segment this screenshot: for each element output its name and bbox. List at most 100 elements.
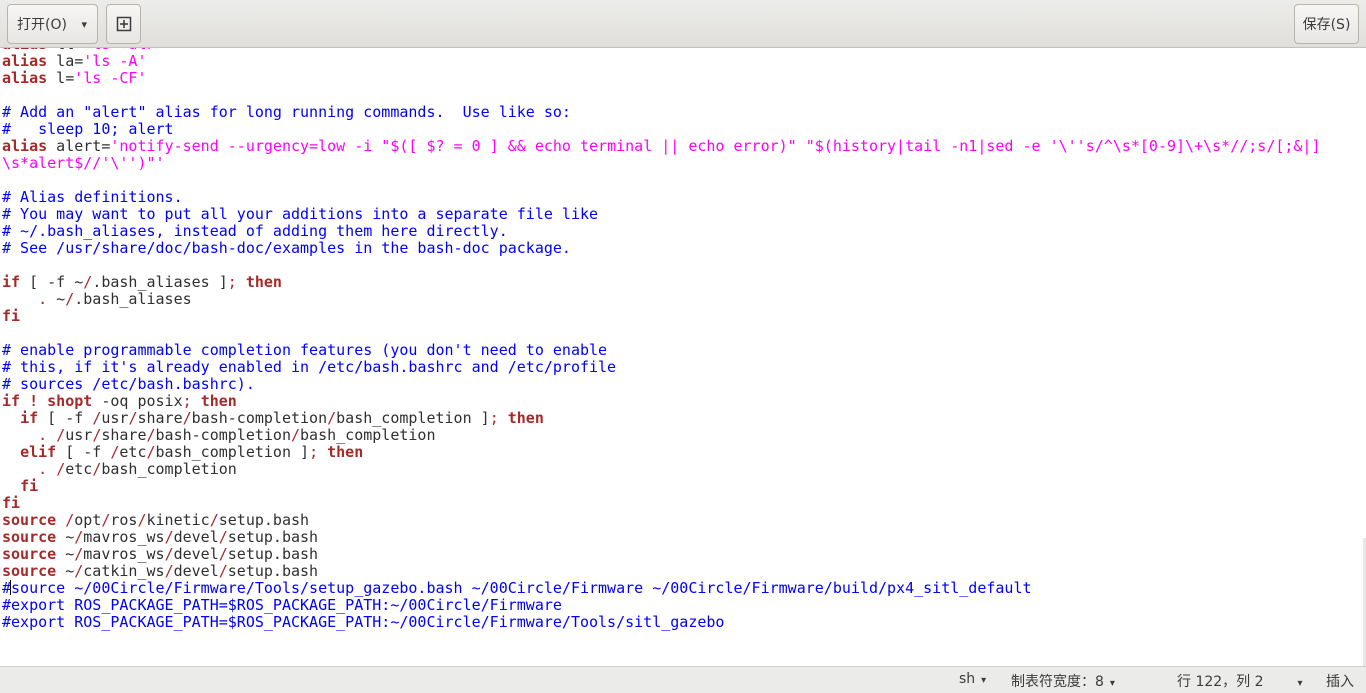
- code-token: alert=: [47, 137, 111, 155]
- code-line: source ~/mavros_ws/devel/setup.bash: [2, 529, 1321, 546]
- code-token: /: [218, 528, 228, 546]
- code-token: usr: [101, 409, 129, 427]
- code-token: # Add an "alert" alias for long running …: [2, 103, 571, 121]
- code-token: /: [218, 545, 228, 563]
- code-token: # Alias definitions.: [2, 188, 183, 206]
- code-line: elif [ -f /etc/bash_completion ]; then: [2, 444, 1321, 461]
- code-token: ~: [56, 562, 75, 580]
- code-token: \s*alert$//'\'')"': [2, 154, 165, 172]
- code-token: 'ls -CF': [74, 69, 147, 87]
- code-line: if [ -f /usr/share/bash-completion/bash_…: [2, 410, 1321, 427]
- code-line: #export ROS_PACKAGE_PATH=$ROS_PACKAGE_PA…: [2, 614, 1321, 631]
- code-token: opt: [74, 511, 102, 529]
- code-token: setup.bash: [227, 545, 319, 563]
- code-token: then: [200, 392, 237, 410]
- code-token: .bash_aliases ]: [92, 273, 228, 291]
- code-token: source: [2, 511, 57, 529]
- code-token: /: [56, 460, 66, 478]
- code-token: setup.bash: [227, 562, 319, 580]
- code-token: bash_completion: [300, 426, 436, 444]
- code-line: #source ~/00Circle/Firmware/Tools/setup_…: [2, 580, 1321, 597]
- code-token: bash-completion: [191, 409, 328, 427]
- code-token: usr: [65, 426, 93, 444]
- code-token: .: [38, 426, 48, 444]
- code-line: # You may want to put all your additions…: [2, 206, 1321, 223]
- status-bar: sh ▾ 制表符宽度：8 ▾ 行 122，列 2 ▾ 插入: [0, 666, 1366, 693]
- text-editor-area[interactable]: alias ll='ls -alF'alias la='ls -A'alias …: [0, 48, 1366, 666]
- code-token: ;: [227, 273, 237, 291]
- code-token: [ -f: [38, 409, 93, 427]
- insert-mode-indicator[interactable]: 插入: [1326, 671, 1354, 691]
- code-line: # this, if it's already enabled in /etc/…: [2, 359, 1321, 376]
- code-token: /: [56, 426, 66, 444]
- code-line: source ~/mavros_ws/devel/setup.bash: [2, 546, 1321, 563]
- code-line: # See /usr/share/doc/bash-doc/examples i…: [2, 240, 1321, 257]
- code-token: alias: [2, 137, 48, 155]
- code-token: catkin_ws: [83, 562, 165, 580]
- new-document-button[interactable]: [106, 4, 141, 44]
- code-line: if ! shopt -oq posix; then: [2, 393, 1321, 410]
- open-button[interactable]: 打开(O) ▾: [7, 4, 98, 44]
- language-selector[interactable]: sh ▾: [959, 671, 986, 687]
- code-token: /: [291, 426, 301, 444]
- code-line: # ~/.bash_aliases, instead of adding the…: [2, 223, 1321, 240]
- cursor-position-selector[interactable]: 行 122，列 2 ▾: [1177, 671, 1303, 691]
- code-line: # enable programmable completion feature…: [2, 342, 1321, 359]
- code-token: /: [182, 409, 192, 427]
- chevron-down-icon: ▾: [81, 18, 87, 31]
- code-line: . /usr/share/bash-completion/bash_comple…: [2, 427, 1321, 444]
- code-token: if: [2, 392, 21, 410]
- code-token: bash_completion ]: [155, 443, 310, 461]
- code-token: /: [209, 511, 219, 529]
- code-token: # sources /etc/bash.bashrc).: [2, 375, 255, 393]
- tab-width-label: 制表符宽度：8: [1011, 674, 1104, 690]
- code-token: fi: [2, 307, 21, 325]
- code-token: then: [245, 273, 282, 291]
- code-token: etc: [65, 460, 93, 478]
- code-token: /: [92, 460, 102, 478]
- code-token: .bash_aliases: [74, 290, 192, 308]
- chevron-down-icon: ▾: [981, 675, 987, 686]
- code-token: mavros_ws: [83, 528, 165, 546]
- code-token: ;: [309, 443, 319, 461]
- code-token: ~: [56, 545, 75, 563]
- code-line: . ~/.bash_aliases: [2, 291, 1321, 308]
- code-token: /: [164, 528, 174, 546]
- code-line: if [ -f ~/.bash_aliases ]; then: [2, 274, 1321, 291]
- code-token: /: [92, 409, 102, 427]
- code-token: /: [146, 443, 156, 461]
- code-token: ~: [56, 528, 75, 546]
- code-token: # You may want to put all your additions…: [2, 205, 599, 223]
- code-token: ~: [47, 290, 66, 308]
- save-button[interactable]: 保存(S): [1294, 4, 1359, 44]
- code-token: ;: [489, 409, 499, 427]
- code-line: \s*alert$//'\'')"': [2, 155, 1321, 172]
- code-line: # Add an "alert" alias for long running …: [2, 104, 1321, 121]
- code-token: /: [74, 562, 84, 580]
- tab-width-selector[interactable]: 制表符宽度：8 ▾: [1011, 671, 1115, 691]
- code-token: source ~/00Circle/Firmware/Tools/setup_g…: [11, 579, 1032, 597]
- code-token: source: [2, 545, 57, 563]
- code-text[interactable]: alias ll='ls -alF'alias la='ls -A'alias …: [2, 48, 1321, 631]
- code-token: if: [2, 273, 21, 291]
- code-token: /: [74, 545, 84, 563]
- open-button-label: 打开(O): [17, 17, 67, 33]
- code-token: fi: [2, 494, 21, 512]
- code-token: source: [2, 562, 57, 580]
- code-token: !: [29, 392, 39, 410]
- code-token: kinetic: [146, 511, 210, 529]
- code-line: # sleep 10; alert: [2, 121, 1321, 138]
- code-token: /: [65, 290, 75, 308]
- code-token: # sleep 10; alert: [2, 120, 174, 138]
